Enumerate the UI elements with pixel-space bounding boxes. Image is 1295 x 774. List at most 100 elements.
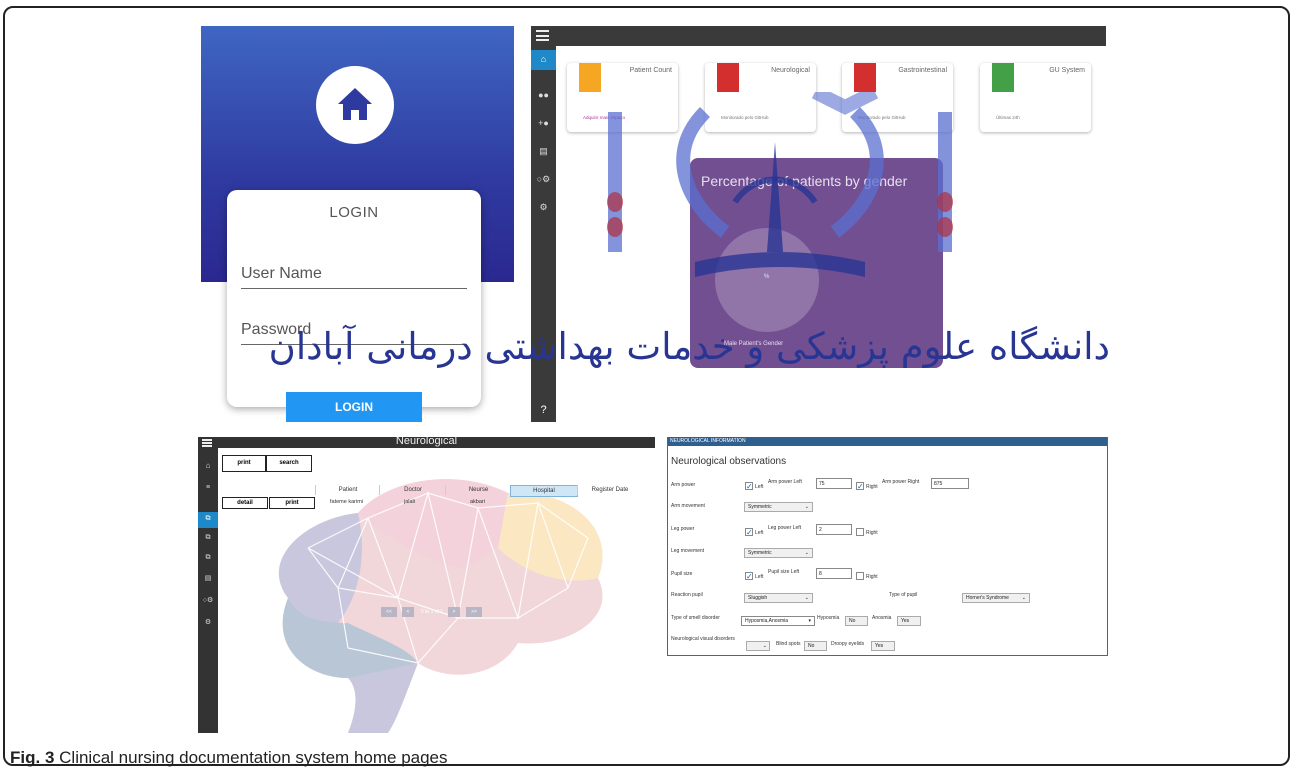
visual-disorders-select[interactable]: ⌄ bbox=[746, 641, 770, 651]
gender-chart-title: Percentage of patients by gender bbox=[701, 173, 908, 189]
pager-next[interactable]: > bbox=[448, 607, 460, 617]
pager-prev[interactable]: < bbox=[402, 607, 414, 617]
copy-icon bbox=[579, 63, 601, 92]
arm-power-right-checkbox[interactable]: ✓ bbox=[856, 482, 864, 491]
menu-icon[interactable] bbox=[202, 439, 212, 447]
detail-button[interactable]: detail bbox=[222, 497, 268, 509]
leg-power-left-checkbox[interactable]: ✓ bbox=[745, 528, 753, 537]
copy-icon[interactable]: ⧉ bbox=[198, 554, 218, 562]
card-footer: Monitorado pelo GitHub bbox=[858, 115, 906, 120]
card-neurological[interactable]: Neurological Monitorado pelo GitHub bbox=[705, 63, 816, 132]
blind-spots-label: Blind spots bbox=[776, 641, 801, 647]
leg-power-left-label: Leg power Left bbox=[768, 525, 802, 531]
gender-pie bbox=[715, 228, 819, 332]
card-footer: Últimas 24h bbox=[996, 115, 1020, 120]
pager-first[interactable]: << bbox=[381, 607, 397, 617]
store-icon bbox=[992, 63, 1014, 92]
document-icon[interactable]: ▤ bbox=[531, 146, 556, 157]
sidebar-item-home[interactable]: ⌂ bbox=[531, 50, 556, 70]
anosmia-select[interactable]: Yes bbox=[897, 616, 921, 626]
document-icon[interactable]: ▤ bbox=[198, 574, 218, 582]
gear-icon[interactable]: ⚙ bbox=[531, 202, 556, 213]
column-header-doctor[interactable]: Doctor bbox=[379, 485, 446, 495]
cell-doctor: jalali bbox=[404, 499, 416, 505]
leg-movement-label: Leg movement bbox=[671, 548, 705, 554]
smell-disorder-value: Hyposmia,Anosmia bbox=[745, 618, 789, 624]
left-label: Left bbox=[755, 574, 764, 580]
form-heading: Neurological observations bbox=[671, 456, 787, 467]
layers-icon[interactable]: ≡ bbox=[198, 484, 218, 491]
reaction-pupil-value: Sluggish bbox=[748, 595, 768, 601]
pager-info: 0 to 1 of 1 bbox=[420, 609, 444, 615]
figure-caption: Fig. 3 Clinical nursing documentation sy… bbox=[10, 748, 448, 768]
home-logo bbox=[316, 66, 394, 144]
pupil-size-left-checkbox[interactable]: ✓ bbox=[745, 572, 753, 581]
hyposmia-select[interactable]: No bbox=[845, 616, 868, 626]
arm-power-right-label: Arm power Right bbox=[882, 479, 920, 485]
column-header-register-date[interactable]: Register Date bbox=[577, 485, 642, 495]
card-title: Patient Count bbox=[629, 67, 672, 74]
card-gastrointestinal[interactable]: Gastrointestinal Monitorado pelo GitHub bbox=[842, 63, 953, 132]
type-of-pupil-label: Type of pupil bbox=[889, 592, 918, 598]
card-title: Neurological bbox=[771, 67, 810, 74]
pager-last[interactable]: >> bbox=[466, 607, 482, 617]
arm-movement-label: Arm movement bbox=[671, 503, 705, 509]
right-label: Right bbox=[866, 574, 878, 580]
arm-power-left-input[interactable]: 75 bbox=[816, 478, 852, 489]
users-icon[interactable]: ●● bbox=[531, 90, 556, 100]
column-header-hospital[interactable]: Hospital bbox=[510, 485, 578, 497]
neuro-list-sidebar: ⌂ ≡ ⧉ ⧉ ⧉ ▤ ○⚙ ⚙ bbox=[198, 448, 218, 733]
row-print-button[interactable]: print bbox=[269, 497, 315, 509]
username-field[interactable]: User Name bbox=[241, 265, 467, 289]
cell-nurse: akbari bbox=[470, 499, 485, 505]
leg-power-right-checkbox[interactable] bbox=[856, 528, 864, 536]
gear-icon[interactable]: ⚙ bbox=[198, 618, 218, 626]
help-icon[interactable]: ? bbox=[531, 404, 556, 416]
chevron-down-icon: ⌄ bbox=[804, 504, 809, 510]
leg-power-left-input[interactable]: 2 bbox=[816, 524, 852, 535]
card-title: Gastrointestinal bbox=[898, 67, 947, 74]
right-label: Right bbox=[866, 484, 878, 490]
arm-power-label: Arm power bbox=[671, 482, 696, 488]
smell-disorder-select[interactable]: Hyposmia,Anosmia ▾ bbox=[741, 616, 815, 626]
card-footer: Adquirir mais espaço bbox=[583, 115, 626, 120]
arm-movement-select[interactable]: Symmetric ⌄ bbox=[744, 502, 813, 512]
reaction-pupil-label: Reaction pupil bbox=[671, 592, 703, 598]
figure-caption-text: Clinical nursing documentation system ho… bbox=[59, 748, 448, 767]
login-button[interactable]: LOGIN bbox=[286, 392, 422, 422]
left-label: Left bbox=[755, 484, 764, 490]
droopy-eyelids-select[interactable]: Yes bbox=[871, 641, 895, 651]
card-gu-system[interactable]: GU System Últimas 24h bbox=[980, 63, 1091, 132]
blind-spots-value: No bbox=[808, 643, 815, 649]
cell-patient: fateme karimi bbox=[330, 499, 364, 505]
blind-spots-select[interactable]: No bbox=[804, 641, 827, 651]
copy-icon: ⧉ bbox=[205, 515, 211, 522]
user-settings-icon[interactable]: ○⚙ bbox=[198, 596, 218, 604]
type-of-pupil-select[interactable]: Horner's Syndrome ⌄ bbox=[962, 593, 1030, 603]
column-header-nurse[interactable]: Neurse bbox=[445, 485, 511, 495]
menu-icon[interactable] bbox=[536, 30, 549, 41]
add-user-icon[interactable]: +● bbox=[531, 118, 556, 128]
copy-icon[interactable]: ⧉ bbox=[198, 534, 218, 542]
column-header-patient[interactable]: Patient bbox=[315, 485, 380, 495]
droopy-eyelids-value: Yes bbox=[875, 643, 884, 649]
pupil-size-left-input[interactable]: 8 bbox=[816, 568, 852, 579]
pupil-size-right-checkbox[interactable] bbox=[856, 572, 864, 580]
reaction-pupil-select[interactable]: Sluggish ⌄ bbox=[744, 593, 813, 603]
search-button[interactable]: search bbox=[266, 455, 312, 472]
type-of-pupil-value: Horner's Syndrome bbox=[966, 595, 1009, 601]
user-settings-icon[interactable]: ○⚙ bbox=[531, 174, 556, 185]
home-icon[interactable]: ⌂ bbox=[198, 461, 218, 470]
leg-movement-select[interactable]: Symmetric ⌄ bbox=[744, 548, 813, 558]
print-button[interactable]: print bbox=[222, 455, 266, 472]
arm-power-left-checkbox[interactable]: ✓ bbox=[745, 482, 753, 491]
left-label: Left bbox=[755, 530, 764, 536]
smell-disorder-label: Type of smell disorder bbox=[671, 615, 720, 621]
arm-power-right-input[interactable]: 875 bbox=[931, 478, 969, 489]
card-patient-count[interactable]: Patient Count Adquirir mais espaço bbox=[567, 63, 678, 132]
pupil-size-label: Pupil size bbox=[671, 571, 693, 577]
alert-icon bbox=[854, 63, 876, 92]
dashboard-topbar bbox=[531, 26, 1106, 46]
visual-disorders-label: Neurological visual disorders bbox=[671, 636, 735, 642]
sidebar-item-neurological[interactable]: ⧉ bbox=[198, 512, 218, 528]
